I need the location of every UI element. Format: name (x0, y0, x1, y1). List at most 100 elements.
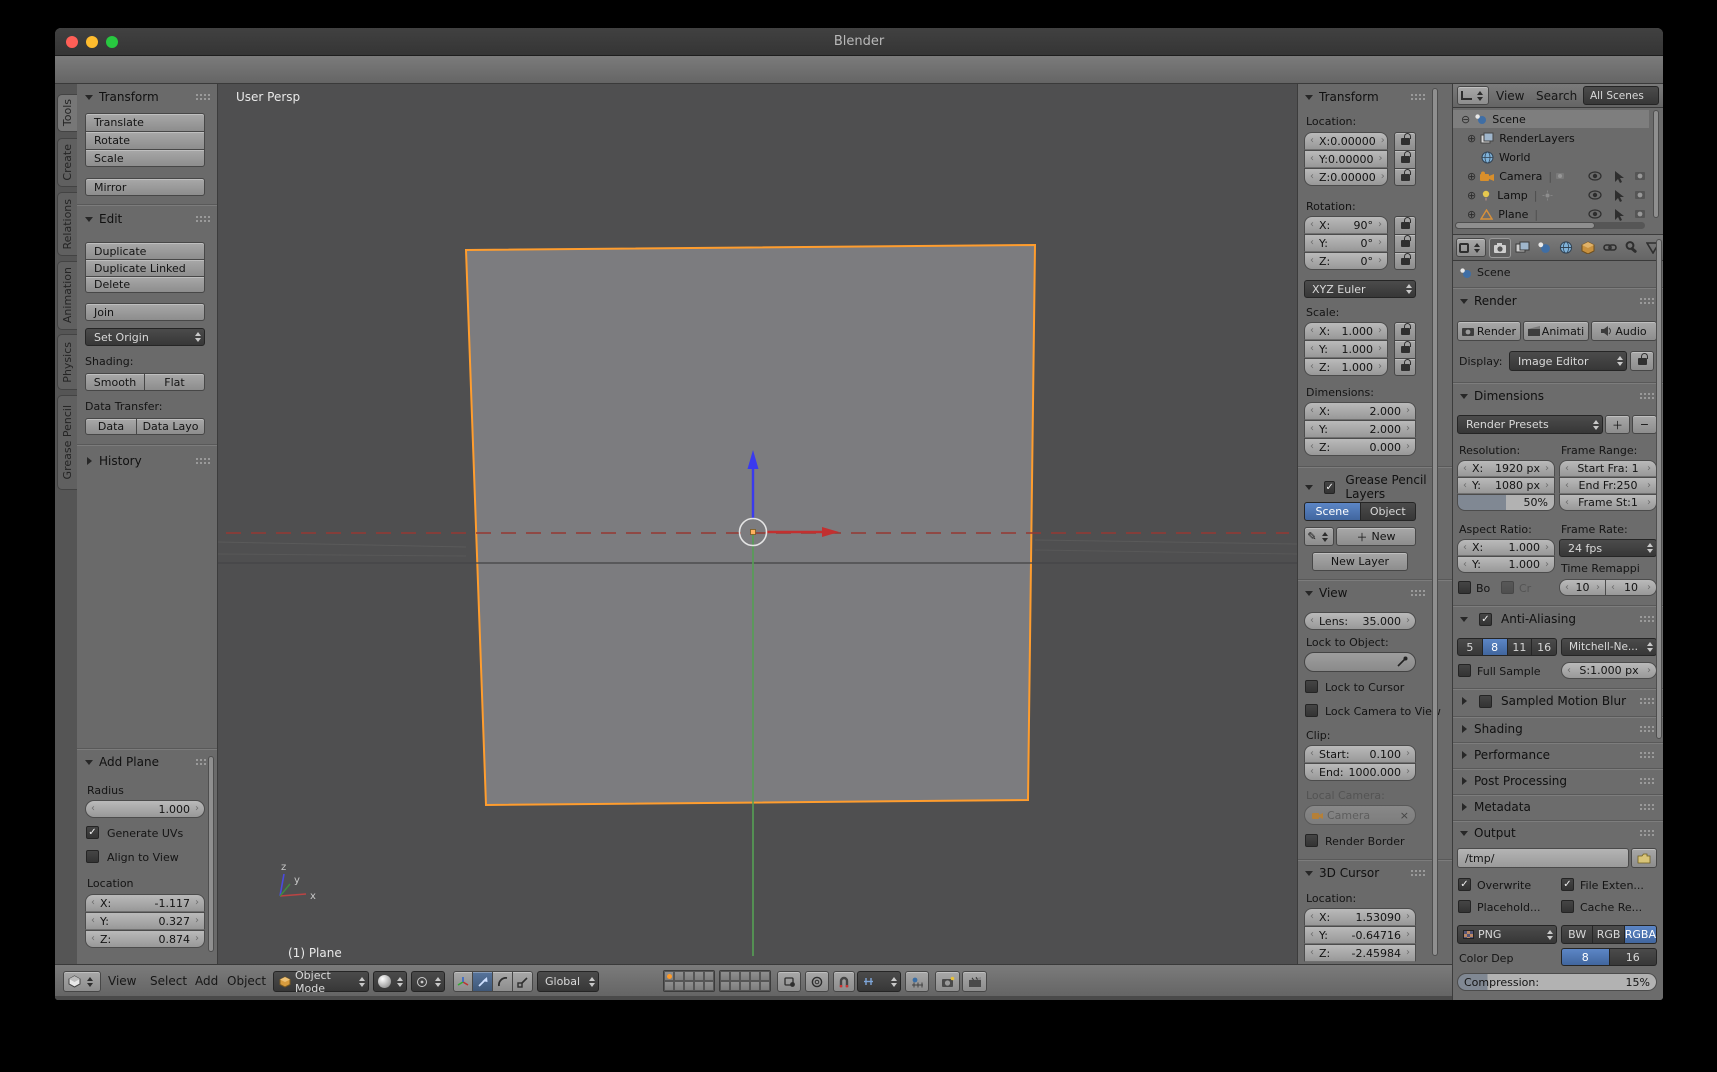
decrement-arrow-icon[interactable]: ‹ (1308, 154, 1316, 164)
rotation-mode-select[interactable]: XYZ Euler (1304, 280, 1416, 298)
decrement-arrow-icon[interactable]: ‹ (1308, 172, 1316, 182)
render-opengl-still-button[interactable] (935, 971, 960, 992)
location-x-field[interactable]: ‹X:-1.117› (85, 894, 205, 912)
mode-select[interactable]: Object Mode (273, 971, 369, 992)
gp-scene-toggle[interactable]: Scene (1304, 502, 1361, 521)
crop-checkbox[interactable] (1501, 581, 1514, 594)
clip-end-field[interactable]: ‹End:1000.000› (1304, 763, 1416, 781)
panel-header-transform[interactable]: Transform (85, 90, 159, 104)
frame-end-field[interactable]: ‹End Fr:250› (1559, 477, 1657, 494)
snap-magnet-button[interactable] (833, 971, 855, 992)
outliner-vscrollbar[interactable] (1653, 110, 1659, 218)
lock-camera-checkbox[interactable] (1305, 704, 1318, 717)
panel-header-shading[interactable]: Shading (1460, 722, 1523, 736)
lock-loc-y-button[interactable] (1394, 150, 1416, 168)
increment-arrow-icon[interactable]: › (1543, 481, 1551, 491)
tab-grease-pencil[interactable]: Grease Pencil (57, 395, 77, 490)
decrement-arrow-icon[interactable]: ‹ (1461, 543, 1469, 553)
dim-y-field[interactable]: ‹Y:2.000› (1304, 420, 1416, 438)
frame-step-field[interactable]: ‹Frame St:1› (1559, 494, 1657, 511)
render-audio-button[interactable]: Audio (1591, 321, 1657, 341)
dim-z-field[interactable]: ‹Z:0.000› (1304, 438, 1416, 456)
panel-header-post-processing[interactable]: Post Processing (1460, 774, 1567, 788)
properties-scrollbar[interactable] (1656, 239, 1662, 739)
decrement-arrow-icon[interactable]: ‹ (89, 898, 97, 908)
proportional-edit-button[interactable] (805, 971, 829, 992)
cursor-y-field[interactable]: ‹Y:-0.64716› (1304, 926, 1416, 944)
align-to-view-checkbox[interactable] (86, 850, 99, 863)
increment-arrow-icon[interactable]: › (1376, 326, 1384, 336)
panel-header-anti-aliasing[interactable]: ✓Anti-Aliasing (1460, 612, 1576, 626)
display-lock-button[interactable] (1630, 351, 1654, 371)
rot-x-field[interactable]: ‹X:90°› (1304, 216, 1388, 234)
remap-new-field[interactable]: ‹10› (1606, 579, 1657, 596)
viewport-shading-select[interactable] (373, 971, 407, 992)
expand-circle-icon[interactable]: ⊕ (1467, 189, 1476, 202)
lock-rot-z-button[interactable] (1394, 252, 1416, 270)
decrement-arrow-icon[interactable]: ‹ (1308, 362, 1316, 372)
panel-grip-icon[interactable] (1410, 589, 1427, 597)
preset-remove-button[interactable]: − (1632, 415, 1657, 434)
decrement-arrow-icon[interactable]: ‹ (1308, 442, 1316, 452)
decrement-arrow-icon[interactable]: ‹ (1308, 616, 1316, 626)
gp-new-button[interactable]: ＋New (1336, 527, 1416, 546)
panel-header-view[interactable]: View (1305, 586, 1347, 600)
color-mode-rgba[interactable]: RGBA (1625, 925, 1657, 944)
scale-y-field[interactable]: ‹Y:1.000› (1304, 340, 1388, 358)
tab-physics[interactable]: Physics (57, 334, 77, 390)
render-border-checkbox[interactable] (1305, 834, 1318, 847)
color-mode-rgb[interactable]: RGB (1593, 925, 1624, 944)
dim-x-field[interactable]: ‹X:2.000› (1304, 402, 1416, 420)
expand-circle-icon[interactable]: ⊕ (1467, 170, 1476, 183)
restrict-columns[interactable] (1587, 169, 1649, 229)
panel-grip-icon[interactable] (1639, 803, 1656, 811)
panel-header-history[interactable]: History (85, 454, 142, 468)
decrement-arrow-icon[interactable]: ‹ (1461, 560, 1469, 570)
lock-loc-x-button[interactable] (1394, 132, 1416, 150)
preset-add-button[interactable]: ＋ (1605, 415, 1630, 434)
translate-button[interactable]: Translate (85, 113, 205, 131)
location-y-field[interactable]: ‹Y:0.327› (85, 912, 205, 930)
decrement-arrow-icon[interactable]: ‹ (1563, 464, 1571, 474)
join-button[interactable]: Join (85, 303, 205, 321)
viewport-menu-view[interactable]: View (108, 965, 136, 997)
increment-arrow-icon[interactable]: › (1645, 666, 1653, 676)
tab-world[interactable] (1559, 241, 1573, 254)
decrement-arrow-icon[interactable]: ‹ (89, 804, 97, 814)
increment-arrow-icon[interactable]: › (1543, 543, 1551, 553)
decrement-arrow-icon[interactable]: ‹ (89, 934, 97, 944)
compression-slider[interactable]: Compression:15% (1457, 973, 1657, 991)
increment-arrow-icon[interactable]: › (1543, 560, 1551, 570)
tab-scene[interactable] (1537, 241, 1551, 254)
lock-loc-z-button[interactable] (1394, 168, 1416, 186)
increment-arrow-icon[interactable]: › (1376, 154, 1384, 164)
pivot-point-select[interactable] (411, 971, 445, 992)
increment-arrow-icon[interactable]: › (1376, 238, 1384, 248)
manipulator-rotate-button[interactable] (493, 971, 513, 992)
loc-z-field[interactable]: ‹Z:0.00000› (1304, 168, 1388, 186)
transform-orientation-select[interactable]: Global (537, 971, 599, 992)
tab-constraints[interactable] (1603, 241, 1617, 254)
gp-draw-mode-button[interactable]: ✎ (1304, 527, 1334, 546)
layers-group-1[interactable] (663, 970, 715, 992)
radius-field[interactable]: ‹1.000› (85, 800, 205, 818)
panel-header-grease-pencil-layers[interactable]: ✓ Grease Pencil Layers (1305, 473, 1452, 501)
increment-arrow-icon[interactable]: › (193, 804, 201, 814)
render-animation-button[interactable]: Animati (1523, 321, 1589, 341)
increment-arrow-icon[interactable]: › (1404, 406, 1412, 416)
viewport-menu-select[interactable]: Select (150, 965, 187, 997)
local-camera-field[interactable]: Camera × (1304, 805, 1416, 825)
decrement-arrow-icon[interactable]: ‹ (1308, 424, 1316, 434)
data-transfer-layout-button[interactable]: Data Layo (137, 418, 205, 435)
increment-arrow-icon[interactable]: › (1404, 749, 1412, 759)
overwrite-checkbox[interactable]: ✓ (1458, 878, 1471, 891)
lock-rot-x-button[interactable] (1394, 216, 1416, 234)
scale-button[interactable]: Scale (85, 149, 205, 167)
lens-field[interactable]: ‹Lens:35.000› (1304, 612, 1416, 630)
outliner-row-scene[interactable]: ⊖ Scene (1453, 110, 1649, 128)
tab-animation[interactable]: Animation (57, 261, 77, 330)
panel-header-output[interactable]: Output (1460, 826, 1516, 840)
aa-samples-11[interactable]: 11 (1508, 638, 1533, 656)
increment-arrow-icon[interactable]: › (1379, 136, 1387, 146)
render-presets-select[interactable]: Render Presets (1457, 415, 1603, 434)
